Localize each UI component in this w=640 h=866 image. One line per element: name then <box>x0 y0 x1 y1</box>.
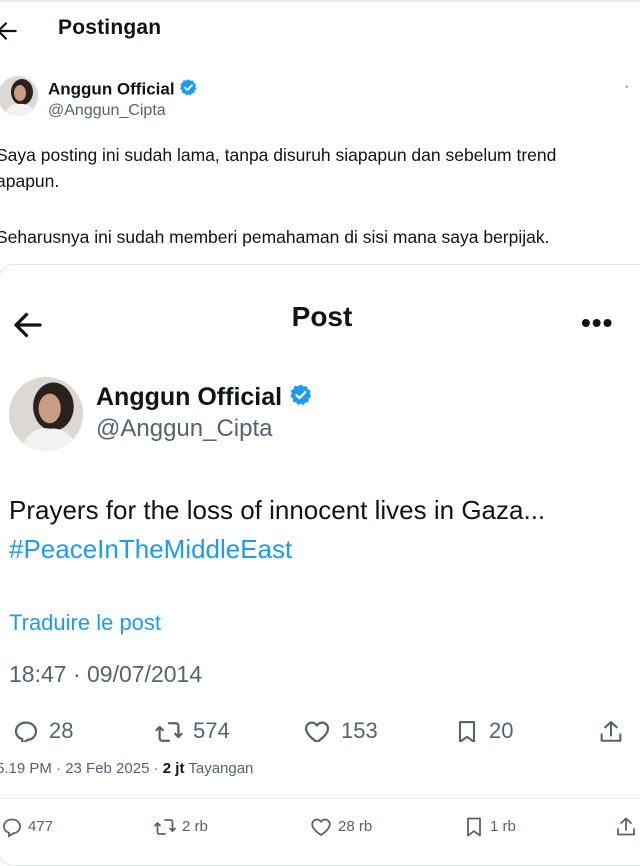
avatar <box>9 377 83 451</box>
like-button[interactable]: 28 rb <box>308 815 372 841</box>
like-icon <box>301 718 341 744</box>
repost-icon <box>153 718 193 743</box>
views-count: 2 jt <box>162 760 185 777</box>
reply-icon <box>0 818 28 838</box>
translate-link: Traduire le post <box>9 610 162 635</box>
bookmark-icon <box>453 718 489 743</box>
bookmark-icon <box>462 817 490 837</box>
like-icon <box>308 818 338 836</box>
verified-badge-icon <box>289 383 313 414</box>
reply-button[interactable]: 477 <box>0 815 53 841</box>
more-icon[interactable]: · <box>624 78 630 96</box>
author-name: Anggun Official <box>96 383 313 414</box>
author-name[interactable]: Anggun Official <box>48 78 198 102</box>
post-text-line: Seharusnya ini sudah memberi pemahaman d… <box>0 227 550 247</box>
avatar[interactable] <box>0 76 38 116</box>
timestamp: 18:47 · 09/07/2014 <box>9 661 203 687</box>
share-icon <box>614 817 640 836</box>
embedded-page-title: Post <box>291 301 353 332</box>
page-title: Postingan <box>58 16 162 39</box>
back-arrow-icon[interactable] <box>0 18 20 44</box>
repost-button[interactable]: 2 rb <box>152 815 208 841</box>
hashtag-link: #PeaceInTheMiddleEast <box>9 534 293 564</box>
embedded-post-text: Prayers for the loss of innocent lives i… <box>9 495 546 525</box>
post-meta: 5.19 PM · 23 Feb 2025 · 2 jt Tayangan <box>0 760 253 777</box>
reply-icon <box>11 718 49 746</box>
verified-badge-icon <box>179 78 198 102</box>
bookmark-button[interactable]: 1 rb <box>462 815 516 841</box>
top-bar: Postingan <box>0 0 640 62</box>
share-button[interactable] <box>614 815 640 841</box>
post-time-date: 5.19 PM · 23 Feb 2025 · <box>0 760 163 777</box>
handle[interactable]: @Anggun_Cipta <box>48 102 166 120</box>
post-text-line: apapun. <box>0 171 60 191</box>
share-icon <box>597 718 633 743</box>
divider <box>0 798 640 799</box>
handle: @Anggun_Cipta <box>96 415 273 442</box>
post-text-line: Saya posting ini sudah lama, tanpa disur… <box>0 145 557 165</box>
views-label: Tayangan <box>184 760 254 777</box>
more-icon: ••• <box>581 307 614 338</box>
repost-icon <box>152 818 182 835</box>
